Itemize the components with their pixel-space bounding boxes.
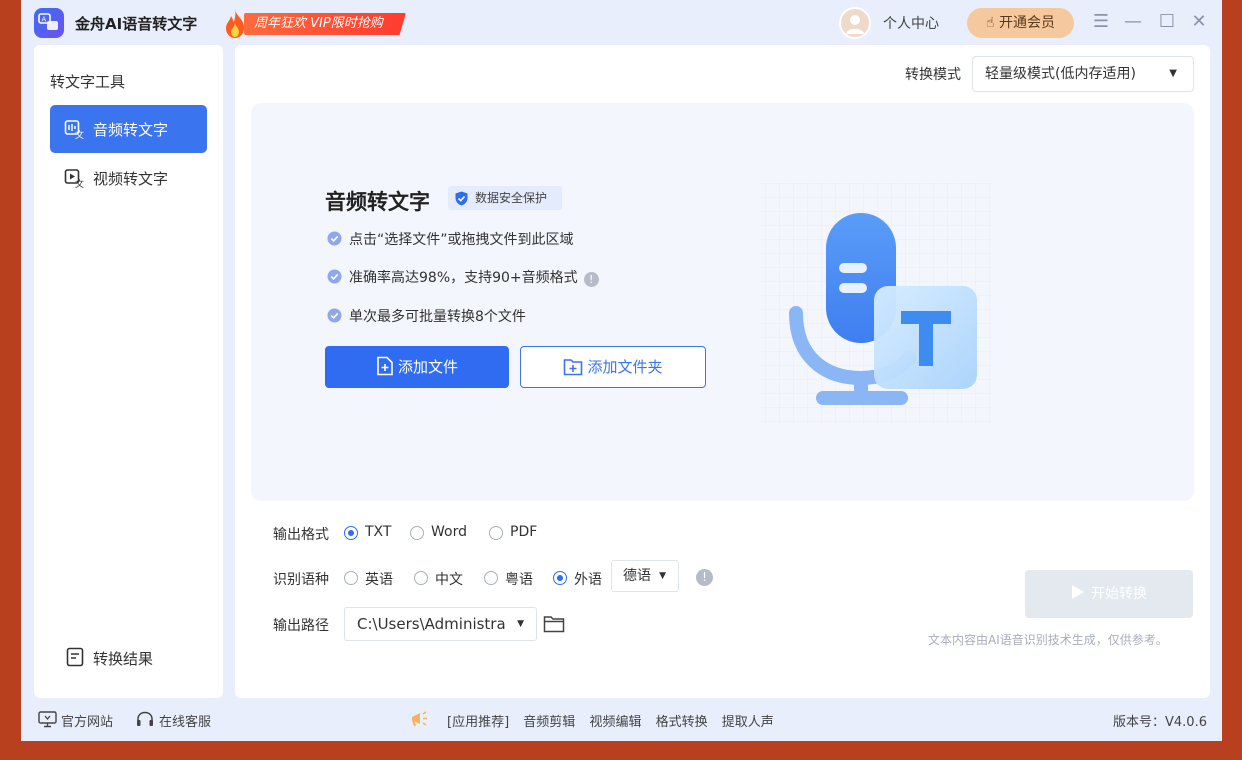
check-circle-icon xyxy=(327,269,342,284)
foreign-language-select[interactable]: 德语 ▼ xyxy=(611,560,679,592)
feature-text-value: 准确率高达98%，支持90+音频格式 xyxy=(349,270,578,286)
radio-label: TXT xyxy=(365,524,392,540)
info-icon[interactable]: ! xyxy=(583,272,599,287)
app-title: 金舟AI语音转文字 xyxy=(75,15,198,33)
svg-text:文: 文 xyxy=(75,129,84,139)
output-path-select[interactable]: C:\Users\Administra ▼ xyxy=(344,607,537,641)
megaphone-icon xyxy=(412,711,427,727)
radio-icon xyxy=(344,571,358,585)
promo-text: 周年狂欢 VIP限时抢购 xyxy=(244,13,406,35)
user-center-link[interactable]: 个人中心 xyxy=(883,13,939,33)
version-text: 版本号：V4.0.6 xyxy=(1113,715,1207,730)
conversion-result-link[interactable]: 转换结果 xyxy=(66,647,153,671)
play-icon xyxy=(1072,585,1084,599)
security-badge-label: 数据安全保护 xyxy=(475,191,548,205)
avatar[interactable] xyxy=(839,7,871,39)
feature-text: 准确率高达98%，支持90+音频格式! xyxy=(349,267,599,287)
caret-down-icon: ▼ xyxy=(515,608,524,640)
promo-banner[interactable]: 周年狂欢 VIP限时抢购 xyxy=(222,9,412,39)
start-convert-label: 开始转换 xyxy=(1091,586,1147,602)
vip-button-label: 开通会员 xyxy=(998,15,1055,31)
document-list-icon xyxy=(66,647,84,667)
mode-select[interactable]: 轻量级模式(低内存适用) ▼ xyxy=(972,56,1194,92)
online-support-label: 在线客服 xyxy=(159,715,212,730)
radio-label: 中文 xyxy=(435,572,463,588)
main-panel: 转换模式 轻量级模式(低内存适用) ▼ 音频转文字 数据安全保护 点击“选择文件… xyxy=(235,45,1210,698)
link-extract-vocals[interactable]: 提取人声 xyxy=(722,715,774,730)
mode-label: 转换模式 xyxy=(905,67,961,83)
radio-icon xyxy=(489,526,503,540)
language-label: 识别语种 xyxy=(273,572,329,588)
headset-icon xyxy=(137,711,153,726)
drop-zone-title: 音频转文字 xyxy=(325,190,430,214)
maximize-icon[interactable]: ☐ xyxy=(1156,11,1178,33)
link-video-edit[interactable]: 视频编辑 xyxy=(589,715,641,730)
check-circle-icon xyxy=(327,308,342,323)
radio-icon xyxy=(484,571,498,585)
feature-text: 单次最多可批量转换8个文件 xyxy=(349,309,526,325)
official-website-label: 官方网站 xyxy=(61,715,114,730)
ai-disclaimer: 文本内容由AI语音识别技术生成，仅供参考。 xyxy=(928,633,1168,647)
sidebar-item-label: 视频转文字 xyxy=(93,170,169,188)
radio-label: 粤语 xyxy=(505,572,533,588)
foreign-language-value: 德语 xyxy=(623,568,651,584)
video-to-text-icon: 文 xyxy=(64,169,84,188)
security-badge: 数据安全保护 xyxy=(448,186,562,210)
radio-selected-icon xyxy=(344,526,358,540)
svg-text:A: A xyxy=(42,16,47,24)
microphone-text-illustration xyxy=(761,183,991,423)
add-file-icon xyxy=(377,356,393,376)
radio-label: 外语 xyxy=(574,572,602,588)
output-format-label: 输出格式 xyxy=(273,527,329,543)
conversion-result-label: 转换结果 xyxy=(93,650,154,668)
mode-select-value: 轻量级模式(低内存适用) xyxy=(985,66,1136,82)
recommend-label: [应用推荐] xyxy=(447,715,510,730)
radio-label: PDF xyxy=(510,524,538,540)
thumbs-up-icon: ☝ xyxy=(986,15,995,31)
footer: 官方网站 在线客服 [应用推荐] 音频剪辑 视频编辑 格式转换 提取人声 版本号… xyxy=(21,698,1222,741)
add-folder-label: 添加文件夹 xyxy=(587,358,663,376)
link-audio-edit[interactable]: 音频剪辑 xyxy=(523,715,575,730)
folder-icon[interactable] xyxy=(543,615,565,633)
add-folder-button[interactable]: 添加文件夹 xyxy=(520,346,706,388)
link-format-convert[interactable]: 格式转换 xyxy=(656,715,708,730)
caret-down-icon: ▼ xyxy=(1169,68,1177,79)
app-recommendations: [应用推荐] 音频剪辑 视频编辑 格式转换 提取人声 xyxy=(447,711,784,730)
sidebar: 转文字工具 文 音频转文字 文 视频转文字 转换结果 xyxy=(34,45,223,698)
audio-to-text-icon: 文 xyxy=(64,120,84,139)
sidebar-item-audio-to-text[interactable]: 文 音频转文字 xyxy=(50,105,207,153)
radio-selected-icon xyxy=(553,571,567,585)
monitor-icon xyxy=(38,711,57,728)
radio-label: Word xyxy=(431,524,467,540)
vip-button[interactable]: ☝ 开通会员 xyxy=(967,8,1074,38)
svg-text:文: 文 xyxy=(75,178,84,188)
minimize-icon[interactable]: — xyxy=(1122,11,1144,33)
check-circle-icon xyxy=(327,231,342,246)
add-file-label: 添加文件 xyxy=(397,358,458,376)
info-icon[interactable]: ! xyxy=(696,569,713,586)
sidebar-item-label: 音频转文字 xyxy=(93,121,169,139)
add-folder-icon xyxy=(564,359,583,376)
menu-icon[interactable]: ☰ xyxy=(1090,11,1112,33)
add-file-button[interactable]: 添加文件 xyxy=(325,346,509,388)
caret-down-icon: ▼ xyxy=(659,571,666,581)
app-window: A 金舟AI语音转文字 周年狂欢 VIP限时抢购 个人中心 ☝ 开通会员 ☰ —… xyxy=(21,0,1222,741)
output-path-value: C:\Users\Administra xyxy=(357,615,506,633)
output-path-label: 输出路径 xyxy=(273,618,329,634)
close-icon[interactable]: ✕ xyxy=(1188,11,1210,33)
sidebar-heading: 转文字工具 xyxy=(50,73,126,91)
sidebar-item-video-to-text[interactable]: 文 视频转文字 xyxy=(50,154,207,202)
file-drop-zone[interactable]: 音频转文字 数据安全保护 点击“选择文件”或拖拽文件到此区域 准确率高达98%，… xyxy=(251,103,1194,501)
feature-text: 点击“选择文件”或拖拽文件到此区域 xyxy=(349,232,574,248)
title-bar: A 金舟AI语音转文字 周年狂欢 VIP限时抢购 个人中心 ☝ 开通会员 ☰ —… xyxy=(21,0,1222,45)
radio-icon xyxy=(414,571,428,585)
start-convert-button[interactable]: 开始转换 xyxy=(1025,570,1193,618)
shield-check-icon xyxy=(455,191,468,206)
radio-icon xyxy=(410,526,424,540)
radio-label: 英语 xyxy=(365,572,393,588)
app-logo-icon: A xyxy=(34,8,64,38)
